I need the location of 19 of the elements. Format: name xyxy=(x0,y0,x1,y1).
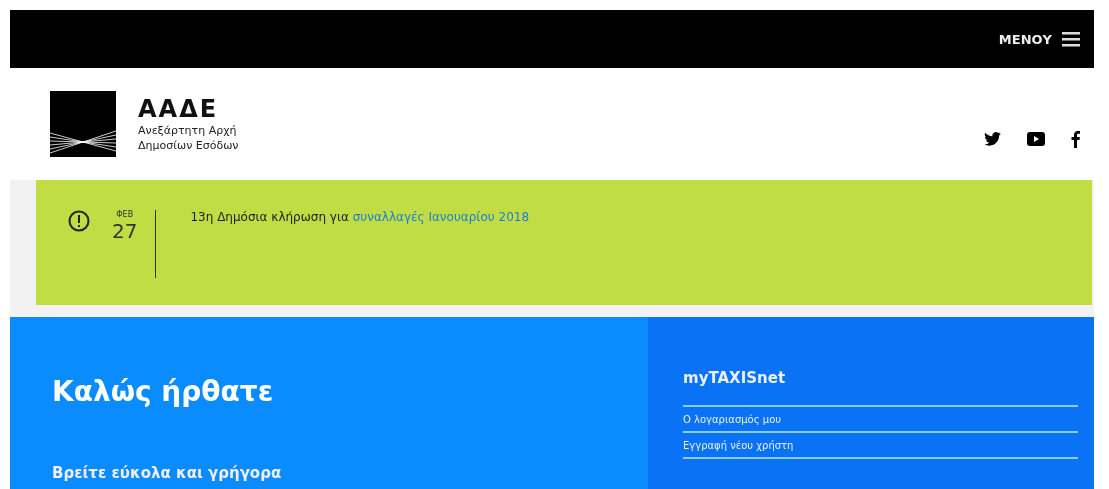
sidebar-title: myTAXISnet xyxy=(683,369,787,387)
facebook-icon[interactable] xyxy=(1071,130,1080,148)
menu-icon[interactable] xyxy=(1062,31,1080,47)
date-month: ΦΕΒ xyxy=(116,210,134,219)
logo-subtitle: Δημοσίων Εσόδων xyxy=(138,138,239,153)
date-day: 27 xyxy=(112,219,138,243)
logo-title: ΑΑΔΕ xyxy=(138,95,220,123)
logo-subtitle: Ανεξάρτητη Αρχή xyxy=(138,123,238,138)
welcome-subtitle: Βρείτε εύκολα και γρήγορα xyxy=(52,464,283,482)
announcement-text: 13η Δημόσια κλήρωση για συναλλαγές Ιανουαρίου 2018 xyxy=(190,210,530,224)
bird-icon[interactable] xyxy=(984,132,1001,146)
sidebar-link[interactable]: Εγγραφή νέου χρήστη xyxy=(683,433,1078,457)
sidebar-link[interactable]: Ο λογαριασμός μου xyxy=(683,407,1078,431)
welcome-title: Καλώς ήρθατε xyxy=(52,375,275,408)
announcement-link[interactable]: συναλλαγές Ιανουαρίου 2018 xyxy=(352,210,530,224)
play-icon[interactable] xyxy=(1027,132,1045,146)
menu-button[interactable]: ΜΕΝΟΥ xyxy=(998,31,1052,47)
alert-icon xyxy=(68,210,90,232)
logo-icon[interactable] xyxy=(50,91,116,157)
